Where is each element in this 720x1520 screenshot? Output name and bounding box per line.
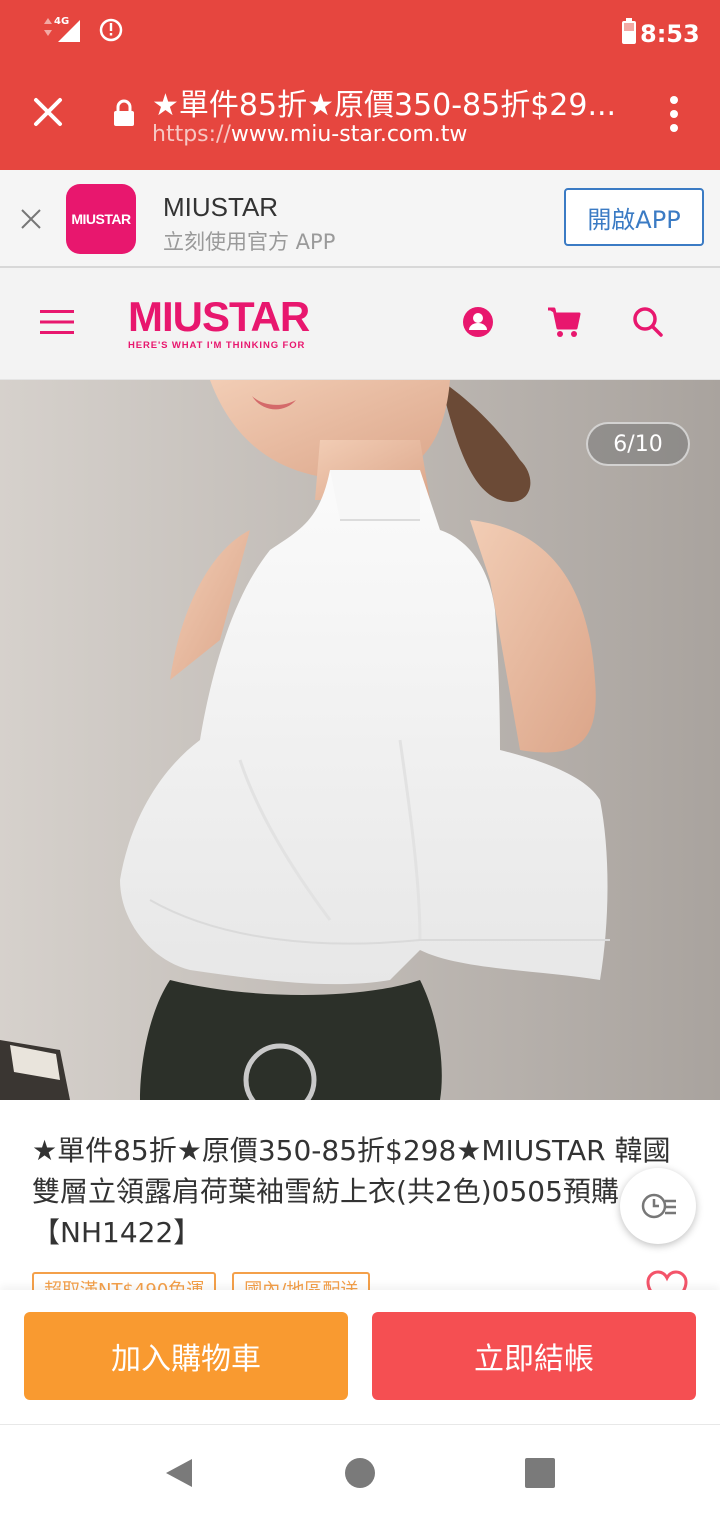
account-icon[interactable] bbox=[460, 304, 496, 340]
app-subtitle: 立刻使用官方 APP bbox=[163, 230, 336, 254]
url-host: www.miu-star.com.tw bbox=[230, 122, 468, 147]
banner-close-icon[interactable] bbox=[20, 208, 42, 230]
product-badges: 超取滿NT$490免運國內/地區配送 bbox=[32, 1272, 652, 1290]
lock-icon bbox=[114, 99, 134, 126]
browser-chrome: 4G 8:53 ★單件85折★原價350-85折$29... https://w… bbox=[0, 0, 720, 170]
close-icon[interactable] bbox=[28, 92, 68, 132]
clock: 8:53 bbox=[640, 20, 700, 48]
browse-history-button[interactable] bbox=[620, 1168, 696, 1244]
image-counter: 6/10 bbox=[586, 422, 690, 466]
cart-icon[interactable] bbox=[546, 304, 582, 340]
product-photo-illustration bbox=[0, 380, 720, 1100]
site-logo-tagline: HERE'S WHAT I'M THINKING FOR bbox=[128, 340, 306, 351]
home-icon[interactable] bbox=[342, 1455, 378, 1491]
back-icon[interactable] bbox=[160, 1455, 196, 1491]
page-title: ★單件85折★原價350-85折$29... bbox=[152, 88, 617, 123]
search-icon[interactable] bbox=[630, 304, 666, 340]
delivery-badge: 國內/地區配送 bbox=[232, 1272, 371, 1290]
url-bar[interactable]: https://www.miu-star.com.tw bbox=[152, 122, 467, 147]
product-image[interactable]: 6/10 bbox=[0, 380, 720, 1100]
battery-icon bbox=[622, 18, 636, 44]
network-signal-icon: 4G bbox=[44, 16, 80, 42]
app-name: MIUSTAR bbox=[163, 192, 279, 222]
site-header: MIUSTAR HERE'S WHAT I'M THINKING FOR bbox=[0, 268, 720, 380]
product-title: ★單件85折★原價350-85折$298★MIUSTAR 韓國雙層立領露肩荷葉袖… bbox=[32, 1134, 671, 1249]
history-icon bbox=[641, 1193, 676, 1219]
system-navigation-bar bbox=[0, 1424, 720, 1520]
checkout-button[interactable]: 立即結帳 bbox=[372, 1312, 696, 1400]
recents-icon[interactable] bbox=[522, 1455, 558, 1491]
svg-text:4G: 4G bbox=[54, 16, 69, 27]
data-saver-icon bbox=[99, 18, 123, 42]
favorite-heart-icon[interactable] bbox=[644, 1268, 690, 1290]
browser-toolbar: ★單件85折★原價350-85折$29... https://www.miu-s… bbox=[0, 62, 720, 170]
shipping-badge: 超取滿NT$490免運 bbox=[32, 1272, 217, 1290]
more-options-icon[interactable] bbox=[664, 94, 684, 134]
add-to-cart-button[interactable]: 加入購物車 bbox=[24, 1312, 348, 1400]
url-scheme: https:// bbox=[152, 122, 231, 147]
site-logo-wordmark: MIUSTAR bbox=[128, 293, 310, 340]
app-logo: MIUSTAR bbox=[66, 184, 136, 254]
menu-icon[interactable] bbox=[40, 308, 74, 336]
open-app-button[interactable]: 開啟APP bbox=[564, 188, 704, 246]
purchase-action-bar: 加入購物車 立即結帳 bbox=[0, 1290, 720, 1424]
app-banner: MIUSTAR MIUSTAR 立刻使用官方 APP 開啟APP bbox=[0, 170, 720, 268]
site-logo[interactable]: MIUSTAR HERE'S WHAT I'M THINKING FOR bbox=[128, 293, 310, 352]
status-bar: 4G 8:53 bbox=[0, 0, 720, 62]
